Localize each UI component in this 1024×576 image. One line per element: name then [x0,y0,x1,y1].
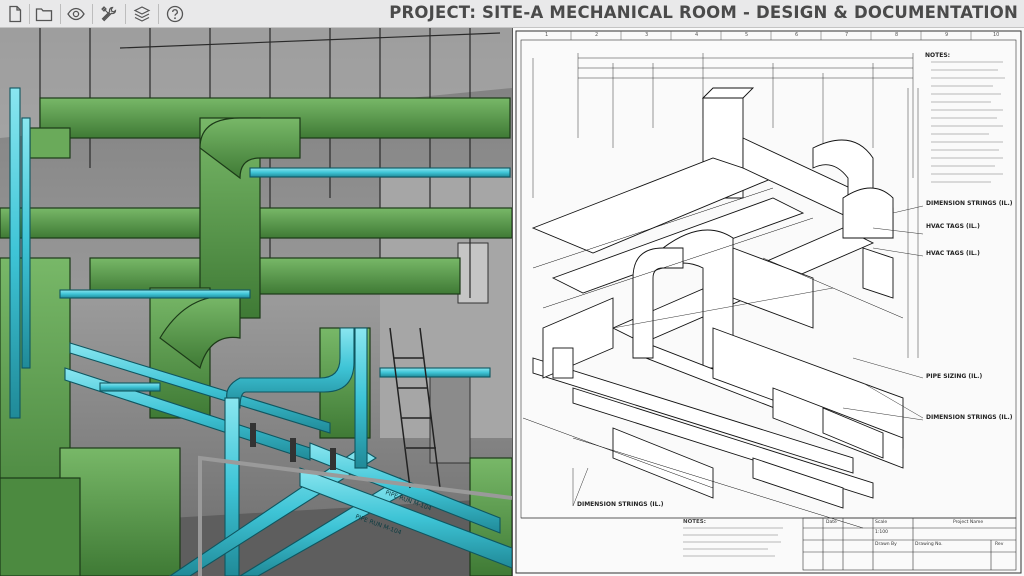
title-block-scale-label: Scale [875,520,888,525]
title-block-drawn-by: Drawn By [875,542,897,547]
tools-icon[interactable] [97,2,121,26]
toolbar-separator [60,4,61,24]
notes-label: NOTES: [683,519,706,525]
callout-dimension-strings: DIMENSION STRINGS (IL.) [577,501,664,508]
toolbar: PROJECT: SITE-A MECHANICAL ROOM - DESIGN… [0,0,1024,28]
column-marker: 4 [695,32,699,38]
title-block-rev: Rev [995,542,1004,547]
title-block-drawing-no: Drawing No. [915,542,943,547]
toolbar-separator [125,4,126,24]
model-render: PIPE RUN M-104 PIPE RUN M-104 [0,28,512,576]
callout-hvac-tags: HVAC TAGS (IL.) [926,250,980,257]
notes-heading: NOTES: [925,52,951,59]
toolbar-separator [92,4,93,24]
toolbar-separator [158,4,159,24]
callout-hvac-tags: HVAC TAGS (IL.) [926,223,980,230]
page-title: PROJECT: SITE-A MECHANICAL ROOM - DESIGN… [389,3,1018,22]
drawing-viewport[interactable]: 1 2 3 4 5 6 7 8 9 10 NOTES: DIMENSION ST… [513,28,1024,576]
callout-dimension-strings: DIMENSION STRINGS (IL.) [926,414,1013,421]
callout-dimension-strings: DIMENSION STRINGS (IL.) [926,200,1013,207]
callout-pipe-sizing: PIPE SIZING (IL.) [926,373,983,380]
column-marker: 9 [945,32,949,38]
column-marker: 7 [845,32,849,38]
column-marker: 1 [545,32,549,38]
folder-icon[interactable] [32,2,56,26]
model-viewport[interactable]: PIPE RUN M-104 PIPE RUN M-104 [0,28,512,576]
column-marker: 5 [745,32,749,38]
layers-icon[interactable] [130,2,154,26]
eye-icon[interactable] [64,2,88,26]
column-marker: 2 [595,32,599,38]
cad-drawing [515,30,1022,574]
column-marker: 3 [645,32,649,38]
column-marker: 10 [993,32,1000,38]
column-marker: 6 [795,32,799,38]
title-block-date: Date [826,520,837,525]
document-icon[interactable] [3,2,27,26]
title-block-project-name: Project Name [953,520,984,525]
column-marker: 8 [895,32,899,38]
title-block-scale-value: 1:100 [875,530,888,535]
toolbar-separator [29,4,30,24]
help-icon[interactable] [163,2,187,26]
